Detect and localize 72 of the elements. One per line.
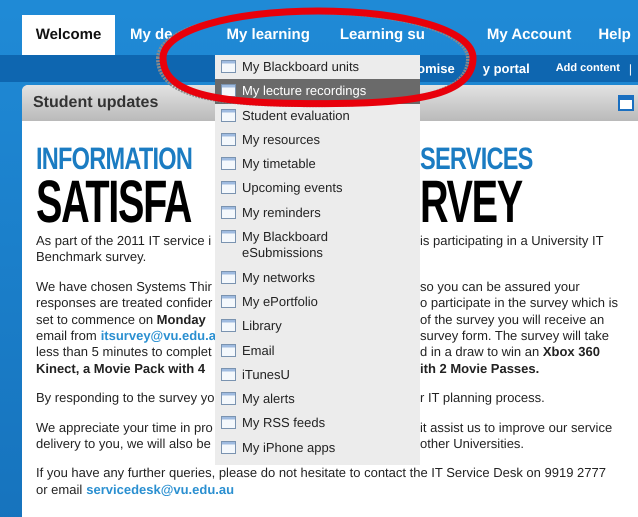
paragraph-text: set to commence on Monday <box>36 312 206 328</box>
nav-tab[interactable]: Help <box>598 24 631 46</box>
nav-link[interactable]: y portal <box>482 58 530 78</box>
paragraph-text: We appreciate your time in pro <box>36 420 213 436</box>
menu-item[interactable]: My alerts <box>215 391 420 408</box>
window-icon <box>221 206 236 219</box>
paragraph-text: so you can be assured your <box>420 278 580 296</box>
paragraph-text: By responding to the survey yo <box>36 390 214 407</box>
headline-text: RVEY <box>420 177 522 227</box>
window-icon <box>221 157 236 170</box>
nav-tab[interactable]: My de <box>130 24 173 46</box>
paragraph-text: d in a draw to win an Xbox 360 <box>420 344 600 361</box>
nav-tab[interactable]: My Account <box>486 24 572 46</box>
email-link[interactable]: itsurvey@vu.edu.a <box>100 328 216 344</box>
paragraph-text: responses are treated confider <box>36 295 212 312</box>
menu-item[interactable]: Student evaluation <box>215 108 420 124</box>
paragraph-text: email from <box>36 328 97 344</box>
panel-title: Student updates <box>33 93 158 113</box>
nav-link[interactable]: Add content <box>556 60 620 77</box>
paragraph-text: If you have any further queries, please do not hesitate to contact the IT Service Desk on 9919 2777 <box>36 465 606 482</box>
menu-item[interactable]: My timetable <box>215 156 420 172</box>
window-icon <box>221 132 236 146</box>
email-link[interactable]: servicedesk@vu.edu.au <box>86 482 234 498</box>
paragraph-text: r IT planning process. <box>420 390 545 407</box>
window-icon <box>221 84 236 98</box>
paragraph-text: delivery to you, we will also be <box>36 436 211 452</box>
paragraph-text: As part of the 2011 IT service i <box>36 233 212 250</box>
menu-item[interactable]: My reminders <box>215 204 420 222</box>
paragraph-text: other Universities. <box>420 436 524 452</box>
window-icon <box>221 108 236 122</box>
paragraph-text: is participating in a University IT <box>420 233 604 250</box>
menu-item[interactable]: Upcoming events <box>215 180 420 197</box>
paragraph-text: o participate in the survey which is <box>420 295 618 312</box>
nav-tab[interactable]: My learning <box>226 24 310 46</box>
paragraph-text: Benchmark survey. <box>36 249 146 266</box>
menu-item[interactable]: My Blackboard eSubmissions <box>215 229 420 262</box>
window-icon <box>221 60 236 73</box>
menu-item[interactable]: Library <box>215 318 420 335</box>
paragraph-text: We have chosen Systems Thir <box>36 278 212 296</box>
window-icon[interactable] <box>618 95 634 111</box>
window-icon <box>221 319 236 332</box>
menu-item[interactable]: My Blackboard units <box>215 59 420 76</box>
paragraph-text: it assist us to improve our service <box>420 420 612 436</box>
window-icon <box>221 344 236 357</box>
menu-item[interactable]: My iPhone apps <box>215 440 420 456</box>
paragraph-text: or email <box>36 482 82 498</box>
window-icon <box>221 294 236 308</box>
menu-item[interactable]: My resources <box>215 132 420 148</box>
paragraph-text: ith 2 Movie Passes. <box>420 360 540 378</box>
menu-item[interactable]: My networks <box>215 270 420 286</box>
menu-item[interactable]: Email <box>215 342 420 359</box>
window-icon <box>221 181 236 194</box>
window-icon <box>221 440 236 454</box>
window-icon <box>221 416 236 430</box>
window-icon <box>221 230 236 244</box>
window-icon <box>221 270 236 284</box>
menu-item[interactable]: My lecture recordings <box>215 83 420 100</box>
separator: | <box>628 60 632 78</box>
menu-item[interactable]: iTunesU <box>215 366 420 384</box>
subheading-text: SERVICES <box>420 145 533 172</box>
menu-item[interactable]: My RSS feeds <box>215 415 420 432</box>
paragraph-text: less than 5 minutes to complet <box>36 344 212 361</box>
window-icon <box>221 368 236 381</box>
paragraph-text: of the survey you will receive an <box>420 312 604 328</box>
window-icon <box>221 392 236 406</box>
menu-item[interactable]: My ePortfolio <box>215 294 420 310</box>
nav-tab[interactable]: Learning su <box>340 24 425 46</box>
paragraph-text: survey form. The survey will take <box>420 328 610 344</box>
subheading-text: INFORMATION <box>36 145 192 172</box>
headline-text: SATISFA <box>36 177 192 227</box>
nav-tab[interactable]: Welcome <box>22 15 115 55</box>
paragraph-text: Kinect, a Movie Pack with 4 <box>36 360 206 378</box>
